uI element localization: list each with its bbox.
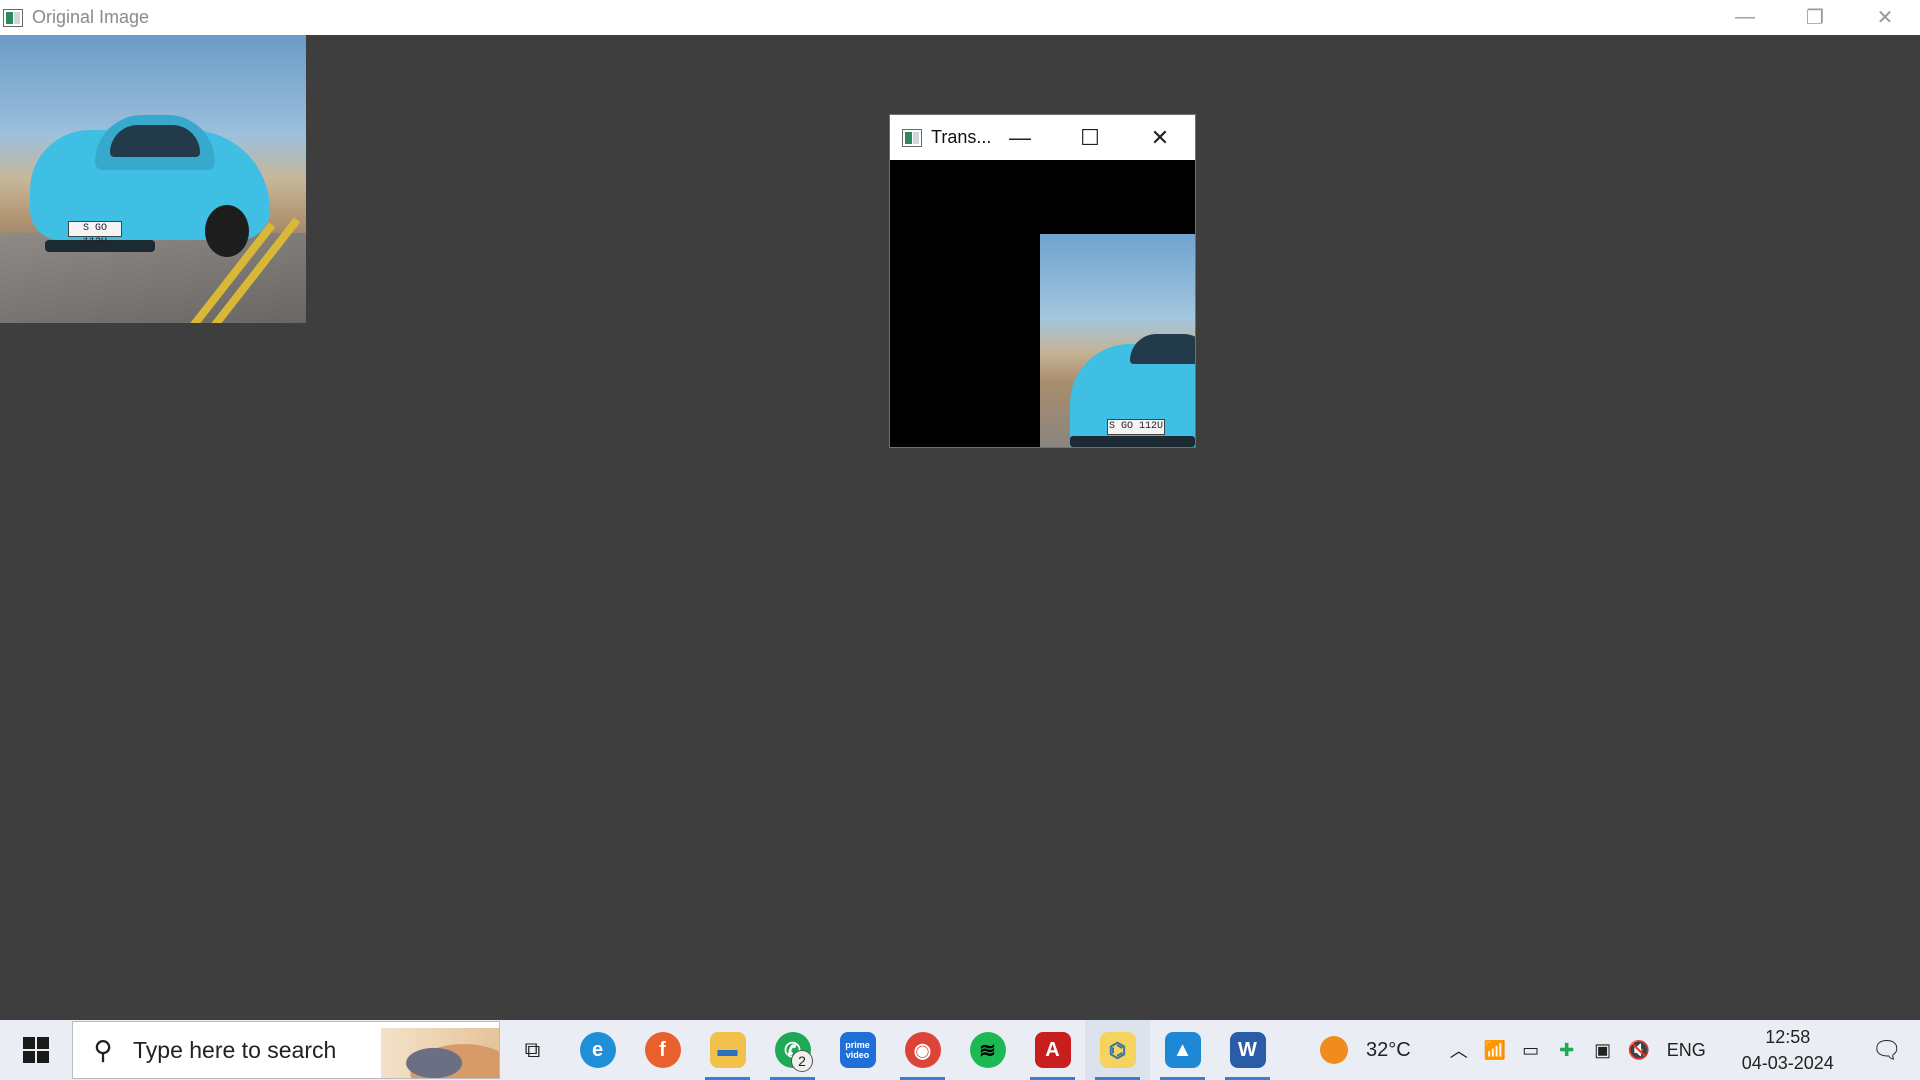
taskbar-app-chrome[interactable]: ◉: [890, 1020, 955, 1080]
notification-badge: 2: [791, 1050, 813, 1072]
chrome-icon: ◉: [904, 1032, 941, 1068]
car-grille: [1070, 436, 1195, 447]
app-window-icon: [3, 8, 23, 27]
taskbar-app-python[interactable]: ⌬: [1085, 1020, 1150, 1080]
python-icon: ⌬: [1099, 1032, 1136, 1068]
weather-widget[interactable]: 32°C: [1320, 1020, 1411, 1080]
main-window-title: Original Image: [32, 7, 150, 27]
minimize-button[interactable]: —: [1710, 0, 1780, 35]
wifi-icon[interactable]: 📶: [1477, 1020, 1513, 1080]
minimize-button[interactable]: —: [985, 115, 1055, 160]
system-tray: ︿ 📶 ▭ ✚ ▣ 🔇 ENG 12:58 04-03-2024: [1441, 1020, 1834, 1080]
taskbar-search-box[interactable]: ⚲ Type here to search: [72, 1021, 500, 1079]
license-plate: S GO 112U: [1107, 419, 1165, 435]
close-button[interactable]: ✕: [1850, 0, 1920, 35]
chevron-up-icon[interactable]: ︿: [1441, 1020, 1477, 1080]
taskbar-app-edge[interactable]: e: [565, 1020, 630, 1080]
acrobat-icon: A: [1034, 1032, 1071, 1068]
translated-image-canvas: S GO 112U: [890, 160, 1195, 447]
start-button[interactable]: [0, 1020, 72, 1080]
car-window: [110, 125, 200, 157]
language-indicator[interactable]: ENG: [1667, 1040, 1706, 1061]
word-icon: W: [1229, 1032, 1266, 1068]
camera-icon[interactable]: ▣: [1585, 1020, 1621, 1080]
main-window-controls: — ❐ ✕: [1710, 0, 1920, 35]
battery-icon[interactable]: ▭: [1513, 1020, 1549, 1080]
maximize-button[interactable]: ☐: [1055, 115, 1125, 160]
search-highlight-art: [381, 1028, 499, 1078]
photos-icon: ▲: [1164, 1032, 1201, 1068]
taskbar: ⚲ Type here to search ⧉ e f ▬ ✆ 2 prime …: [0, 1020, 1920, 1080]
task-view-button[interactable]: ⧉: [500, 1020, 565, 1080]
license-plate: S GO 112U: [68, 221, 122, 248]
taskbar-app-whatsapp[interactable]: ✆ 2: [760, 1020, 825, 1080]
edge-icon: e: [579, 1032, 616, 1068]
firefox-icon: f: [644, 1032, 681, 1068]
translated-image-photo: S GO 112U: [1040, 234, 1195, 447]
close-button[interactable]: ✕: [1125, 115, 1195, 160]
original-image-photo: S GO 112U: [0, 35, 306, 323]
taskbar-app-spotify[interactable]: ≋: [955, 1020, 1020, 1080]
file-explorer-icon: ▬: [709, 1032, 746, 1068]
notification-center-icon[interactable]: 🗨: [1872, 1035, 1902, 1065]
security-icon[interactable]: ✚: [1549, 1020, 1585, 1080]
taskbar-app-photos[interactable]: ▲: [1150, 1020, 1215, 1080]
taskbar-app-firefox[interactable]: f: [630, 1020, 695, 1080]
taskbar-app-acrobat[interactable]: A: [1020, 1020, 1085, 1080]
sun-icon: [1320, 1036, 1348, 1064]
car-window: [1130, 334, 1195, 364]
clock-date: 04-03-2024: [1741, 1053, 1834, 1073]
app-window-icon: [902, 128, 922, 147]
task-view-icon: ⧉: [524, 1037, 541, 1062]
car-wheel: [205, 205, 249, 257]
taskbar-app-file-explorer[interactable]: ▬: [695, 1020, 760, 1080]
translated-window-controls: — ☐ ✕: [985, 115, 1195, 160]
clock[interactable]: 12:58 04-03-2024: [1742, 1024, 1834, 1076]
restore-button[interactable]: ❐: [1780, 0, 1850, 35]
speaker-muted-icon[interactable]: 🔇: [1621, 1020, 1657, 1080]
main-window-titlebar[interactable]: Original Image — ❐ ✕: [0, 0, 1920, 35]
translated-window-title: Trans...: [931, 127, 992, 147]
translated-image-window[interactable]: Trans... — ☐ ✕ S GO 112U: [890, 115, 1195, 447]
search-placeholder: Type here to search: [133, 1036, 337, 1063]
taskbar-app-word[interactable]: W: [1215, 1020, 1280, 1080]
taskbar-app-prime-video[interactable]: prime video: [825, 1020, 890, 1080]
weather-temperature: 32°C: [1366, 1038, 1411, 1061]
prime-video-icon: prime video: [839, 1032, 876, 1068]
spotify-icon: ≋: [969, 1032, 1006, 1068]
windows-logo-icon: [23, 1037, 49, 1063]
clock-time: 12:58: [1765, 1027, 1811, 1047]
translated-window-titlebar[interactable]: Trans... — ☐ ✕: [890, 115, 1195, 160]
search-icon: ⚲: [93, 1034, 113, 1065]
